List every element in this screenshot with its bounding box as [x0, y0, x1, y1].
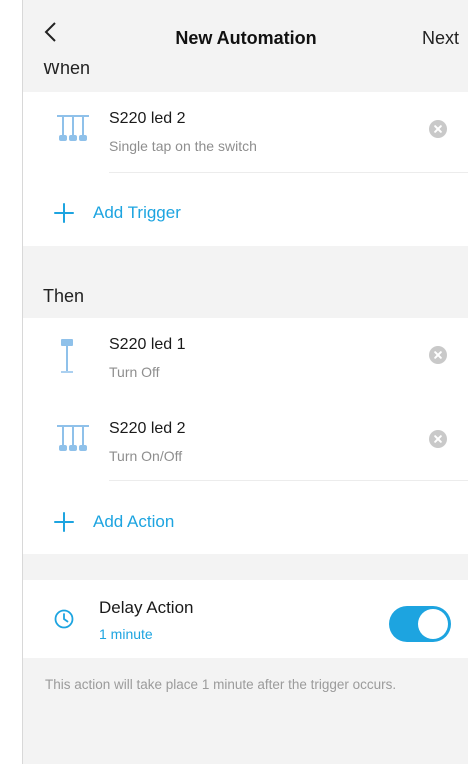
remove-action-button[interactable]: [429, 430, 447, 448]
action-card: S220 led 1 Turn Off S220 led 2 Turn On/O…: [23, 318, 468, 554]
pendant-lamp-icon: [61, 339, 73, 373]
toggle-knob: [418, 609, 448, 639]
trigger-card: S220 led 2 Single tap on the switch Add …: [23, 92, 468, 246]
remove-trigger-button[interactable]: [429, 120, 447, 138]
delay-toggle[interactable]: [389, 606, 451, 642]
action-detail: Turn On/Off: [109, 448, 183, 464]
plus-icon: [53, 202, 75, 224]
next-button[interactable]: Next: [422, 28, 459, 49]
add-trigger-button[interactable]: Add Trigger: [53, 198, 181, 228]
delay-action-title: Delay Action: [99, 598, 194, 617]
plus-icon: [53, 511, 75, 533]
add-trigger-label: Add Trigger: [93, 203, 181, 222]
remove-action-button[interactable]: [429, 346, 447, 364]
triple-light-icon: [57, 425, 89, 451]
page-title: New Automation: [175, 28, 317, 48]
triple-light-icon: [57, 115, 89, 141]
clock-icon: [54, 609, 74, 629]
when-section-label: When: [43, 58, 91, 78]
automation-screen: New Automation Next When S220 led 2 Sing…: [22, 0, 468, 764]
delay-hint-text: This action will take place 1 minute aft…: [45, 677, 397, 692]
add-action-button[interactable]: Add Action: [53, 507, 174, 537]
top-bar: New Automation Next: [23, 0, 468, 56]
divider: [109, 172, 468, 173]
action-device-name: S220 led 2: [109, 420, 186, 437]
add-action-label: Add Action: [93, 512, 175, 531]
action-device-name: S220 led 1: [109, 336, 186, 353]
trigger-device-name: S220 led 2: [109, 110, 186, 127]
action-detail: Turn Off: [109, 364, 160, 380]
then-section-label: Then: [43, 286, 85, 306]
trigger-condition: Single tap on the switch: [109, 138, 257, 154]
divider: [109, 480, 468, 481]
delay-card: Delay Action 1 minute: [23, 580, 468, 658]
action-row[interactable]: S220 led 2 Turn On/Off: [23, 402, 468, 482]
action-row[interactable]: S220 led 1 Turn Off: [23, 318, 468, 398]
delay-duration[interactable]: 1 minute: [99, 626, 153, 642]
trigger-row[interactable]: S220 led 2 Single tap on the switch: [23, 92, 468, 172]
